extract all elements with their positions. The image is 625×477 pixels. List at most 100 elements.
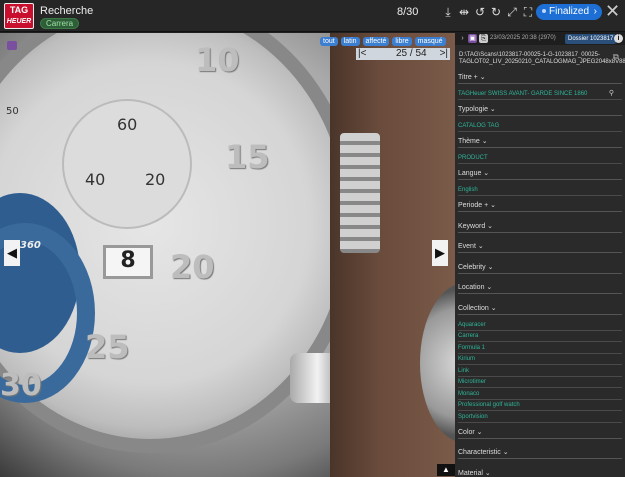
dial-number: 15: [225, 138, 270, 176]
subdial-number: 50: [6, 106, 19, 117]
tag-heuer-logo[interactable]: TAG HEUER: [4, 3, 34, 29]
rotate-right-icon[interactable]: ↻: [489, 5, 503, 19]
chevron-down-icon: ⌄: [488, 304, 497, 312]
chevron-down-icon: ⌄: [474, 428, 483, 436]
link-icon[interactable]: ⎘: [479, 34, 488, 43]
pdf-icon[interactable]: ▣: [468, 34, 477, 43]
field-label-text: Titre +: [458, 74, 478, 81]
field-value[interactable]: Microtimer: [458, 377, 622, 388]
field-label-titre[interactable]: Titre + ⌄: [458, 73, 622, 84]
date-window: 8: [103, 245, 153, 279]
field-label-text: Keyword: [458, 222, 486, 230]
field-value-text: Professional golf watch: [458, 402, 520, 408]
field-label-periode[interactable]: Periode + ⌄: [458, 201, 622, 212]
download-icon[interactable]: ⤓: [441, 5, 455, 19]
catalog-left-page: 10 15 20 25 30 60 40 20 50 360 8: [0, 33, 360, 477]
chevron-down-icon: ⌄: [485, 222, 494, 230]
field-label-text: Celebrity: [458, 263, 486, 271]
watch-bracelet: [340, 133, 380, 253]
next-image-arrow[interactable]: ▶: [432, 240, 448, 266]
field-label-color[interactable]: Color ⌄: [458, 428, 622, 439]
chevron-down-icon: ⌄: [479, 138, 488, 145]
field-label-collection[interactable]: Collection ⌄: [458, 304, 622, 315]
image-viewer[interactable]: 10 15 20 25 30 60 40 20 50 360 8 tout la…: [0, 33, 455, 477]
chevron-down-icon: ⌄: [488, 202, 496, 209]
collapse-icon[interactable]: ›: [458, 34, 467, 43]
chip-masque[interactable]: masqué: [414, 37, 446, 46]
info-icon[interactable]: i: [614, 34, 623, 43]
field-value[interactable]: Monaco: [458, 389, 622, 400]
subdial-number: 60: [117, 115, 138, 134]
field-value[interactable]: Aquaracer: [458, 320, 622, 331]
status-dot-icon: [542, 9, 546, 13]
field-value[interactable]: Carrera: [458, 331, 622, 342]
pager-last-button[interactable]: >|: [440, 48, 448, 60]
field-value-text: PRODUCT: [458, 155, 488, 161]
search-icon[interactable]: ⚲: [609, 89, 614, 99]
metadata-panel: › ▣ ⎘ 23/03/2025 20:38 (2970) Dossier 10…: [455, 33, 625, 477]
field-value[interactable]: English: [458, 185, 622, 196]
filter-chips: tout latin affecté libre masqué: [320, 37, 446, 46]
field-value[interactable]: TAGHeuer SWISS AVANT- GARDE SINCE 1860 ⚲: [458, 89, 622, 100]
field-label-langue[interactable]: Langue ⌄: [458, 169, 622, 180]
field-value[interactable]: Sportvision: [458, 412, 622, 423]
chevron-down-icon: ⌄: [477, 74, 486, 81]
dial-number: 25: [85, 328, 130, 366]
scroll-up-icon[interactable]: ▲: [437, 464, 455, 476]
image-counter: 8/30: [397, 6, 419, 18]
chip-affecte[interactable]: affecté: [362, 37, 390, 46]
field-label-th-me[interactable]: Thème ⌄: [458, 137, 622, 148]
field-label-text: Location: [458, 284, 485, 291]
field-value[interactable]: Kirium: [458, 354, 622, 365]
layer-icon[interactable]: [7, 41, 17, 50]
file-path: D:\TAG\Scans\1023817-00025-1-G-1023817_0…: [459, 52, 625, 65]
pager-current: 25 / 54: [396, 48, 427, 59]
finalized-button[interactable]: Finalized ›: [536, 4, 602, 20]
field-label-keyword[interactable]: Keyword ⌄: [458, 222, 622, 233]
field-label-location[interactable]: Location ⌄: [458, 283, 622, 294]
field-label-material[interactable]: Material ⌄: [458, 469, 622, 477]
finalized-label: Finalized: [549, 6, 590, 17]
chip-libre[interactable]: libre: [392, 37, 412, 46]
field-value-text: English: [458, 187, 478, 193]
copy-icon[interactable]: ⧉: [613, 52, 619, 62]
field-label-celebrity[interactable]: Celebrity ⌄: [458, 263, 622, 274]
field-value-text: Aquaracer: [458, 321, 486, 328]
field-value-text: CATALOG TAG: [458, 123, 500, 129]
dossier-badge[interactable]: Dossier 1023817: [565, 34, 617, 44]
chip-tout[interactable]: tout: [320, 37, 338, 46]
chevron-down-icon: ⌄: [485, 263, 494, 271]
previous-image-arrow[interactable]: ◀: [4, 240, 20, 266]
page-title: Recherche: [40, 5, 94, 17]
field-label-typologie[interactable]: Typologie ⌄: [458, 105, 622, 116]
field-label-characteristic[interactable]: Characteristic ⌄: [458, 448, 622, 459]
expand-icon[interactable]: ⤢: [505, 5, 519, 19]
chip-latin[interactable]: latin: [340, 37, 360, 46]
field-value[interactable]: Formula 1: [458, 343, 622, 354]
subdial-number: 20: [145, 170, 166, 189]
compare-icon[interactable]: ⇹: [457, 5, 471, 19]
panel-header: › ▣ ⎘ 23/03/2025 20:38 (2970) Dossier 10…: [455, 33, 625, 45]
field-value-text: Microtimer: [458, 379, 486, 385]
field-value-text: Sportvision: [458, 413, 488, 420]
field-value-text: Kirium: [458, 356, 476, 362]
field-label-text: Event: [458, 243, 476, 250]
field-value[interactable]: CATALOG TAG: [458, 121, 622, 132]
pager-first-button[interactable]: |<: [358, 48, 366, 60]
chevron-down-icon: ⌄: [481, 170, 490, 177]
rotate-left-icon[interactable]: ↺: [473, 5, 487, 19]
dial-number: 30: [0, 368, 42, 403]
collection-tag-badge[interactable]: Carrera: [40, 18, 80, 29]
fullscreen-icon[interactable]: ⛶: [521, 5, 535, 19]
field-value-text: Formula 1: [458, 344, 486, 351]
close-icon[interactable]: ✕: [605, 2, 620, 20]
field-value[interactable]: Link: [458, 366, 622, 377]
field-label-text: Langue: [458, 170, 482, 177]
field-label-text: Characteristic: [458, 449, 501, 456]
chevron-down-icon: ⌄: [484, 284, 493, 291]
field-value[interactable]: PRODUCT: [458, 153, 622, 164]
field-label-event[interactable]: Event ⌄: [458, 242, 622, 253]
field-value[interactable]: Professional golf watch: [458, 400, 622, 411]
field-value-text: Carrera: [458, 333, 479, 339]
field-value-text: Link: [458, 367, 470, 374]
